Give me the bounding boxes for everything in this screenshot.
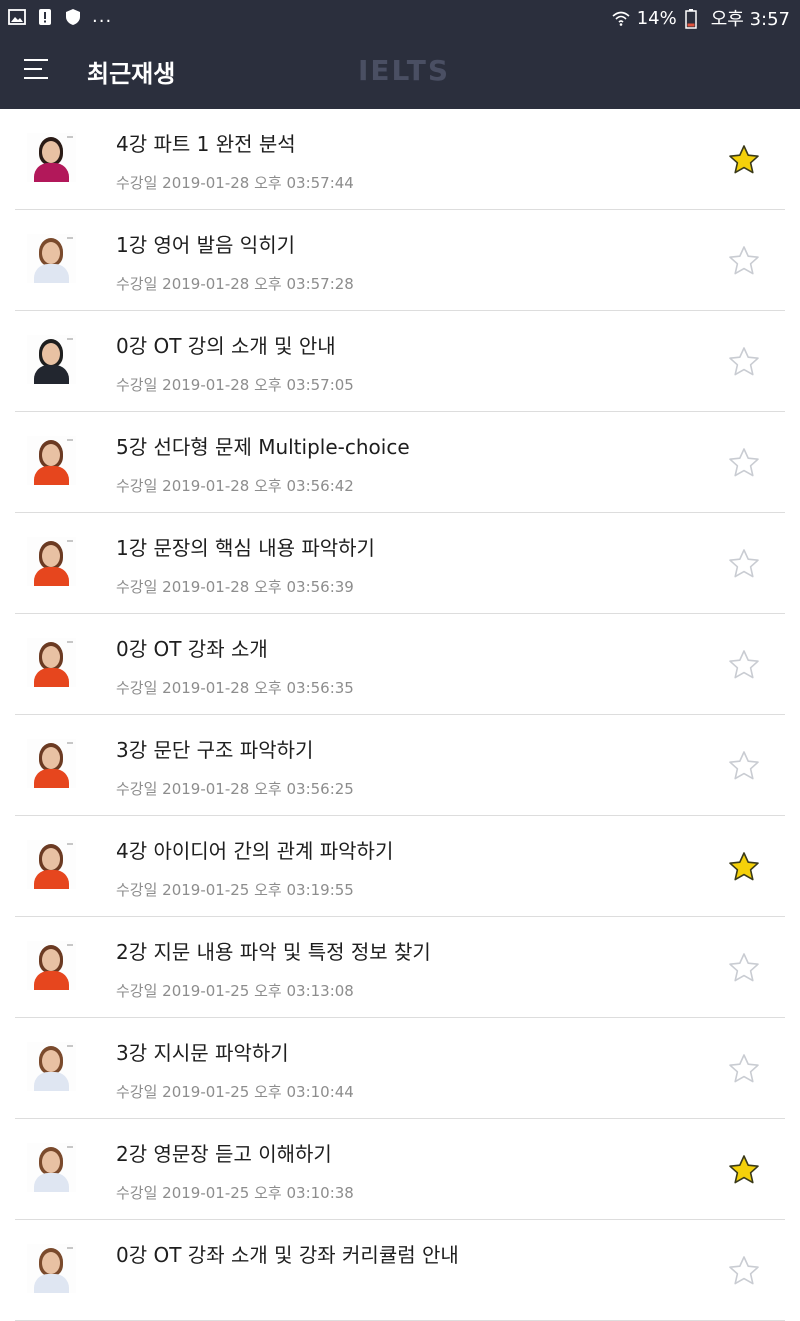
favorite-star-icon[interactable] xyxy=(728,750,760,782)
instructor-thumbnail xyxy=(27,537,76,586)
watched-date: 수강일 2019-01-28 오후 03:57:44 xyxy=(116,174,354,192)
instructor-thumbnail xyxy=(27,739,76,788)
hamburger-icon-line xyxy=(24,77,48,79)
lecture-title: 5강 선다형 문제 Multiple-choice xyxy=(116,435,410,459)
list-item[interactable]: 0강 OT 강좌 소개 및 강좌 커리큘럼 안내 xyxy=(15,1220,785,1321)
image-icon xyxy=(8,8,26,26)
favorite-star-icon[interactable] xyxy=(728,447,760,479)
list-item[interactable]: 1강 문장의 핵심 내용 파악하기수강일 2019-01-28 오후 03:56… xyxy=(15,513,785,614)
list-item[interactable]: 0강 OT 강좌 소개수강일 2019-01-28 오후 03:56:35 xyxy=(15,614,785,715)
lecture-title: 3강 문단 구조 파악하기 xyxy=(116,738,314,762)
battery-icon xyxy=(684,9,703,29)
watched-date: 수강일 2019-01-28 오후 03:57:05 xyxy=(116,376,354,394)
favorite-star-icon[interactable] xyxy=(728,346,760,378)
lecture-title: 4강 아이디어 간의 관계 파악하기 xyxy=(116,839,394,863)
watched-date: 수강일 2019-01-28 오후 03:56:39 xyxy=(116,578,354,596)
more-notifications: ... xyxy=(92,6,113,27)
status-time: 오후 3:57 xyxy=(710,9,790,30)
lecture-title: 0강 OT 강좌 소개 및 강좌 커리큘럼 안내 xyxy=(116,1243,459,1267)
watched-date: 수강일 2019-01-25 오후 03:19:55 xyxy=(116,881,354,899)
instructor-thumbnail xyxy=(27,234,76,283)
lecture-title: 1강 영어 발음 익히기 xyxy=(116,233,295,257)
alert-icon xyxy=(36,8,54,26)
lecture-title: 4강 파트 1 완전 분석 xyxy=(116,132,296,156)
list-item[interactable]: 1강 영어 발음 익히기수강일 2019-01-28 오후 03:57:28 xyxy=(15,210,785,311)
instructor-thumbnail xyxy=(27,1042,76,1091)
hamburger-icon-line xyxy=(24,68,42,70)
list-item[interactable]: 2강 지문 내용 파악 및 특정 정보 찾기수강일 2019-01-25 오후 … xyxy=(15,917,785,1018)
instructor-thumbnail xyxy=(27,840,76,889)
instructor-thumbnail xyxy=(27,436,76,485)
wifi-icon xyxy=(611,9,630,27)
favorite-star-icon[interactable] xyxy=(728,245,760,277)
favorite-star-icon[interactable] xyxy=(728,144,760,176)
favorite-star-icon[interactable] xyxy=(728,649,760,681)
watched-date: 수강일 2019-01-28 오후 03:56:25 xyxy=(116,780,354,798)
instructor-thumbnail xyxy=(27,638,76,687)
list-item[interactable]: 2강 영문장 듣고 이해하기수강일 2019-01-25 오후 03:10:38 xyxy=(15,1119,785,1220)
app-bar: 최근재생 IELTS xyxy=(0,34,800,109)
lecture-title: 2강 영문장 듣고 이해하기 xyxy=(116,1142,332,1166)
watched-date: 수강일 2019-01-25 오후 03:10:44 xyxy=(116,1083,354,1101)
lecture-title: 1강 문장의 핵심 내용 파악하기 xyxy=(116,536,375,560)
lecture-title: 0강 OT 강의 소개 및 안내 xyxy=(116,334,336,358)
instructor-thumbnail xyxy=(27,335,76,384)
favorite-star-icon[interactable] xyxy=(728,1053,760,1085)
lecture-title: 3강 지시문 파악하기 xyxy=(116,1041,289,1065)
status-bar: ... 14% 오후 3:57 xyxy=(0,0,800,34)
list-item[interactable]: 3강 지시문 파악하기수강일 2019-01-25 오후 03:10:44 xyxy=(15,1018,785,1119)
watched-date: 수강일 2019-01-28 오후 03:57:28 xyxy=(116,275,354,293)
list-item[interactable]: 4강 아이디어 간의 관계 파악하기수강일 2019-01-25 오후 03:1… xyxy=(15,816,785,917)
instructor-thumbnail xyxy=(27,1143,76,1192)
instructor-thumbnail xyxy=(27,133,76,182)
favorite-star-icon[interactable] xyxy=(728,851,760,883)
watched-date: 수강일 2019-01-28 오후 03:56:42 xyxy=(116,477,354,495)
battery-percent: 14% xyxy=(636,7,677,29)
shield-icon xyxy=(64,8,82,26)
lecture-title: 2강 지문 내용 파악 및 특정 정보 찾기 xyxy=(116,940,431,964)
hamburger-icon-line xyxy=(24,59,48,61)
instructor-thumbnail xyxy=(27,941,76,990)
watched-date: 수강일 2019-01-25 오후 03:10:38 xyxy=(116,1184,354,1202)
favorite-star-icon[interactable] xyxy=(728,952,760,984)
lecture-title: 0강 OT 강좌 소개 xyxy=(116,637,268,661)
watched-date: 수강일 2019-01-28 오후 03:56:35 xyxy=(116,679,354,697)
watched-date: 수강일 2019-01-25 오후 03:13:08 xyxy=(116,982,354,1000)
instructor-thumbnail xyxy=(27,1244,76,1293)
recent-lectures-list: 4강 파트 1 완전 분석 수강일 2019-01-28 오후 03:57:44 1… xyxy=(15,109,785,1321)
list-item[interactable]: 3강 문단 구조 파악하기수강일 2019-01-28 오후 03:56:25 xyxy=(15,715,785,816)
favorite-star-icon[interactable] xyxy=(728,548,760,580)
favorite-star-icon[interactable] xyxy=(728,1255,760,1287)
list-item[interactable]: 5강 선다형 문제 Multiple-choice 수강일 2019-01-28 … xyxy=(15,412,785,513)
list-item[interactable]: 0강 OT 강의 소개 및 안내수강일 2019-01-28 오후 03:57:… xyxy=(15,311,785,412)
page-title: 최근재생 xyxy=(87,60,176,88)
menu-button[interactable] xyxy=(24,57,50,83)
list-item[interactable]: 4강 파트 1 완전 분석수강일 2019-01-28 오후 03:57:44 xyxy=(15,109,785,210)
ielts-logo: IELTS xyxy=(358,54,451,87)
favorite-star-icon[interactable] xyxy=(728,1154,760,1186)
